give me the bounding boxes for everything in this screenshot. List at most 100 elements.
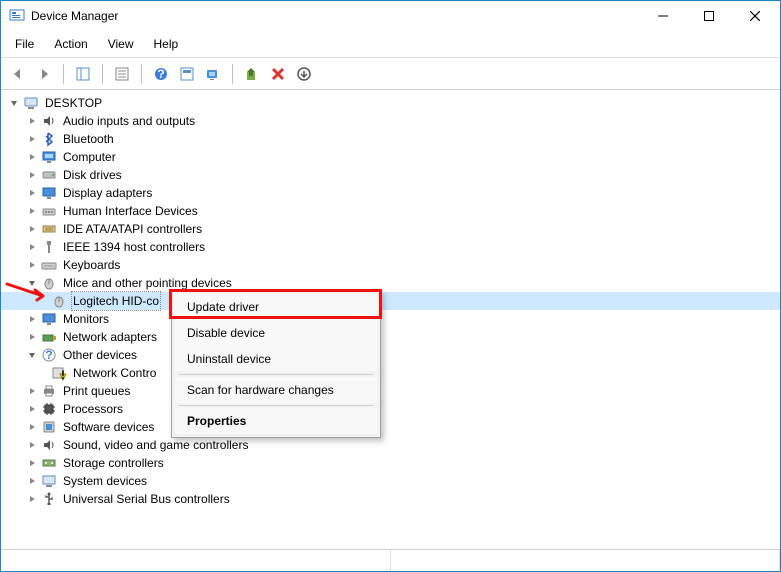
expand-icon[interactable] bbox=[25, 222, 39, 236]
context-separator bbox=[179, 374, 373, 375]
expand-icon[interactable] bbox=[25, 402, 39, 416]
system-device-icon bbox=[41, 473, 57, 489]
tree-node-storage[interactable]: Storage controllers bbox=[1, 454, 780, 472]
expand-icon[interactable] bbox=[25, 438, 39, 452]
hid-icon bbox=[41, 203, 57, 219]
expand-icon[interactable] bbox=[25, 132, 39, 146]
back-button[interactable] bbox=[7, 63, 29, 85]
minimize-button[interactable] bbox=[640, 1, 686, 31]
show-hide-console-tree-button[interactable] bbox=[72, 63, 94, 85]
expand-icon[interactable] bbox=[25, 168, 39, 182]
node-label: Human Interface Devices bbox=[61, 202, 200, 220]
toolbar-button[interactable] bbox=[176, 63, 198, 85]
update-driver-button[interactable] bbox=[241, 63, 263, 85]
printer-icon bbox=[41, 383, 57, 399]
node-label: IDE ATA/ATAPI controllers bbox=[61, 220, 204, 238]
menu-file[interactable]: File bbox=[5, 33, 44, 55]
menu-action[interactable]: Action bbox=[44, 33, 97, 55]
expand-icon[interactable] bbox=[25, 150, 39, 164]
tree-node-disk-drives[interactable]: Disk drives bbox=[1, 166, 780, 184]
expand-icon[interactable] bbox=[25, 384, 39, 398]
properties-button[interactable] bbox=[111, 63, 133, 85]
node-label: System devices bbox=[61, 472, 149, 490]
expand-icon[interactable] bbox=[25, 204, 39, 218]
collapse-icon[interactable] bbox=[25, 276, 39, 290]
tree-node-sound[interactable]: Sound, video and game controllers bbox=[1, 436, 780, 454]
context-properties[interactable]: Properties bbox=[175, 408, 377, 434]
forward-button[interactable] bbox=[33, 63, 55, 85]
tree-node-software[interactable]: Software devices bbox=[1, 418, 780, 436]
tree-root[interactable]: DESKTOP bbox=[1, 94, 780, 112]
mouse-icon bbox=[41, 275, 57, 291]
tree-node-mice[interactable]: Mice and other pointing devices bbox=[1, 274, 780, 292]
node-label: Processors bbox=[61, 400, 125, 418]
node-label: DESKTOP bbox=[43, 94, 104, 112]
context-update-driver[interactable]: Update driver bbox=[175, 294, 377, 320]
keyboard-icon bbox=[41, 257, 57, 273]
context-uninstall-device[interactable]: Uninstall device bbox=[175, 346, 377, 372]
tree-node-network[interactable]: Network adapters bbox=[1, 328, 780, 346]
tree-node-audio[interactable]: Audio inputs and outputs bbox=[1, 112, 780, 130]
device-manager-window: Device Manager File Action View Help ? bbox=[0, 0, 781, 572]
tree-node-ieee1394[interactable]: IEEE 1394 host controllers bbox=[1, 238, 780, 256]
maximize-button[interactable] bbox=[686, 1, 732, 31]
context-menu: Update driver Disable device Uninstall d… bbox=[171, 290, 381, 438]
tree-node-system[interactable]: System devices bbox=[1, 472, 780, 490]
monitor-icon bbox=[41, 149, 57, 165]
device-tree[interactable]: DESKTOP Audio inputs and outputs Bluetoo… bbox=[1, 94, 780, 508]
cpu-icon bbox=[41, 401, 57, 417]
tree-node-processors[interactable]: Processors bbox=[1, 400, 780, 418]
tree-node-ide[interactable]: IDE ATA/ATAPI controllers bbox=[1, 220, 780, 238]
tree-node-other[interactable]: ? Other devices bbox=[1, 346, 780, 364]
node-label: IEEE 1394 host controllers bbox=[61, 238, 207, 256]
speaker-icon bbox=[41, 113, 57, 129]
menu-view[interactable]: View bbox=[98, 33, 144, 55]
context-scan-hardware[interactable]: Scan for hardware changes bbox=[175, 377, 377, 403]
tree-node-monitors[interactable]: Monitors bbox=[1, 310, 780, 328]
toolbar: ? bbox=[1, 58, 780, 90]
bluetooth-icon bbox=[41, 131, 57, 147]
collapse-icon[interactable] bbox=[25, 348, 39, 362]
uninstall-device-button[interactable] bbox=[293, 63, 315, 85]
usb-icon bbox=[41, 491, 57, 507]
sound-icon bbox=[41, 437, 57, 453]
expand-icon[interactable] bbox=[25, 258, 39, 272]
tree-node-bluetooth[interactable]: Bluetooth bbox=[1, 130, 780, 148]
expand-icon[interactable] bbox=[25, 330, 39, 344]
expand-icon[interactable] bbox=[25, 240, 39, 254]
tree-node-logitech-hid[interactable]: Logitech HID-co bbox=[1, 292, 780, 310]
expand-icon[interactable] bbox=[25, 474, 39, 488]
tree-node-hid[interactable]: Human Interface Devices bbox=[1, 202, 780, 220]
scan-hardware-button[interactable] bbox=[202, 63, 224, 85]
tree-node-print-queues[interactable]: Print queues bbox=[1, 382, 780, 400]
node-label: Universal Serial Bus controllers bbox=[61, 490, 232, 508]
title-bar: Device Manager bbox=[1, 1, 780, 31]
tree-node-network-controller[interactable]: ! Network Contro bbox=[1, 364, 780, 382]
node-label: Software devices bbox=[61, 418, 156, 436]
expand-icon[interactable] bbox=[25, 492, 39, 506]
toolbar-separator bbox=[63, 64, 64, 84]
expand-icon[interactable] bbox=[25, 186, 39, 200]
tree-node-keyboards[interactable]: Keyboards bbox=[1, 256, 780, 274]
menu-help[interactable]: Help bbox=[144, 33, 189, 55]
expand-icon[interactable] bbox=[25, 114, 39, 128]
expand-icon[interactable] bbox=[25, 420, 39, 434]
display-adapter-icon bbox=[41, 185, 57, 201]
status-segment bbox=[391, 550, 781, 571]
help-button[interactable]: ? bbox=[150, 63, 172, 85]
menu-bar: File Action View Help bbox=[1, 31, 780, 58]
device-tree-pane: DESKTOP Audio inputs and outputs Bluetoo… bbox=[1, 90, 780, 549]
node-label: Other devices bbox=[61, 346, 139, 364]
disable-device-button[interactable] bbox=[267, 63, 289, 85]
expand-icon[interactable] bbox=[25, 312, 39, 326]
tree-node-display[interactable]: Display adapters bbox=[1, 184, 780, 202]
close-button[interactable] bbox=[732, 1, 778, 31]
expand-icon[interactable] bbox=[25, 456, 39, 470]
context-separator bbox=[179, 405, 373, 406]
tree-node-usb[interactable]: Universal Serial Bus controllers bbox=[1, 490, 780, 508]
node-label: Monitors bbox=[61, 310, 111, 328]
tree-node-computer[interactable]: Computer bbox=[1, 148, 780, 166]
svg-text:!: ! bbox=[61, 368, 65, 381]
collapse-icon[interactable] bbox=[7, 96, 21, 110]
context-disable-device[interactable]: Disable device bbox=[175, 320, 377, 346]
